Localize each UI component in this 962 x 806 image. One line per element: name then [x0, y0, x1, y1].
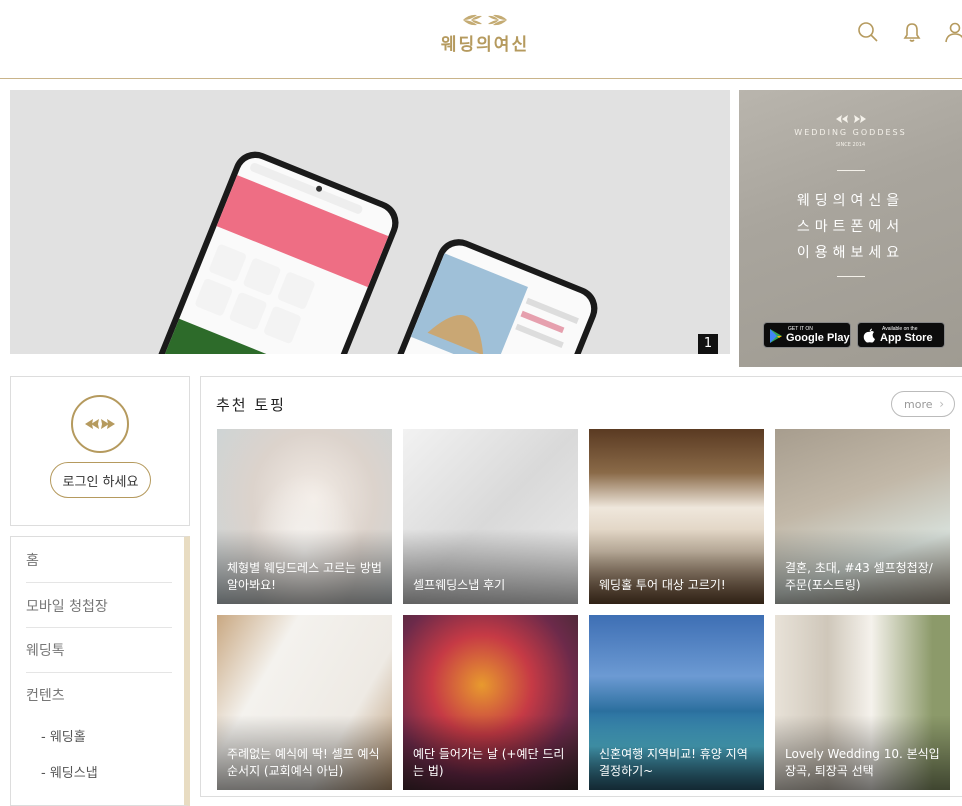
topic-card[interactable]: 주례없는 예식에 딱! 셀프 예식 순서지 (교회예식 아님) — [217, 615, 392, 790]
nav-subitem-wedding-hall[interactable]: - 웨딩홀 — [41, 726, 86, 745]
topic-card[interactable]: 결혼, 초대, #43 셀프청첩장/ 주문(포스트링) — [775, 429, 950, 604]
laurel-emblem-icon — [71, 395, 129, 453]
card-caption: Lovely Wedding 10. 본식입장곡, 퇴장곡 선택 — [785, 747, 940, 778]
logo-text: 웨딩의여신 — [440, 35, 530, 55]
slide-counter: 1 — [698, 334, 718, 354]
card-caption: 주례없는 예식에 딱! 셀프 예식 순서지 (교회예식 아님) — [227, 747, 380, 778]
card-caption: 신혼여행 지역비교! 휴양 지역결정하기~ — [599, 747, 748, 778]
main-banner-carousel[interactable]: 1 — [10, 90, 730, 354]
card-caption: 셀프웨딩스냅 후기 — [413, 578, 506, 592]
bell-icon[interactable] — [900, 20, 924, 44]
topic-card[interactable]: 신혼여행 지역비교! 휴양 지역결정하기~ — [589, 615, 764, 790]
nav-item-mobile-invitation[interactable]: 모바일 청첩장 — [26, 596, 172, 616]
topic-card[interactable]: 예단 들어가는 날 (+예단 드리는 법) — [403, 615, 578, 790]
divider — [26, 627, 172, 628]
topic-card[interactable]: 체형별 웨딩드레스 고르는 방법 알아봐요! — [217, 429, 392, 604]
google-play-label: Google Play — [786, 332, 850, 344]
more-button[interactable]: more › — [891, 391, 955, 417]
site-logo[interactable]: 웨딩의여신 — [430, 12, 540, 62]
user-icon[interactable] — [943, 20, 962, 44]
more-label: more — [904, 397, 933, 411]
login-panel: 로그인 하세요 — [10, 376, 190, 526]
app-banner-line: 웨딩의여신을 — [796, 193, 905, 209]
topic-card[interactable]: 셀프웨딩스냅 후기 — [403, 429, 578, 604]
topic-card[interactable]: Lovely Wedding 10. 본식입장곡, 퇴장곡 선택 — [775, 615, 950, 790]
nav-subitem-wedding-snap[interactable]: - 웨딩스냅 — [41, 762, 98, 781]
chevron-right-icon: › — [939, 397, 944, 411]
laurel-icon — [463, 14, 507, 26]
nav-item-contents[interactable]: 컨텐츠 — [26, 685, 172, 705]
site-header: 웨딩의여신 — [0, 0, 962, 79]
divider — [837, 276, 865, 277]
google-play-button[interactable]: GET IT ON Google Play — [763, 322, 851, 348]
nav-item-home[interactable]: 홈 — [26, 550, 172, 570]
card-caption: 웨딩홀 투어 대상 고르기! — [599, 578, 726, 592]
app-store-button[interactable]: Available on the App Store — [857, 322, 945, 348]
divider — [26, 672, 172, 673]
app-banner-line: 스마트폰에서 — [796, 219, 905, 235]
recommended-topics-section: 추천 토핑 more › 체형별 웨딩드레스 고르는 방법 알아봐요! 셀프웨딩… — [200, 376, 962, 797]
search-icon[interactable] — [856, 20, 880, 44]
sidebar-nav: 홈 모바일 청첩장 웨딩톡 컨텐츠 - 웨딩홀 - 웨딩스냅 — [10, 536, 190, 806]
phone-mockup-illustration — [152, 151, 598, 354]
google-play-icon — [770, 329, 782, 343]
apple-icon — [863, 328, 875, 343]
card-caption: 예단 들어가는 날 (+예단 드리는 법) — [413, 747, 565, 778]
topic-card[interactable]: 웨딩홀 투어 대상 고르기! — [589, 429, 764, 604]
app-banner-brand: WEDDING GODDESS — [794, 128, 907, 137]
divider — [26, 582, 172, 583]
laurel-icon — [836, 115, 866, 123]
divider — [837, 170, 865, 171]
app-store-label: App Store — [880, 332, 933, 344]
login-button[interactable]: 로그인 하세요 — [50, 462, 151, 498]
app-banner-line: 이용해보세요 — [796, 245, 905, 261]
app-banner-sub: SINCE 2014 — [835, 142, 866, 148]
card-caption: 결혼, 초대, #43 셀프청첩장/ 주문(포스트링) — [785, 561, 933, 592]
section-title: 추천 토핑 — [216, 396, 286, 414]
nav-item-wedding-talk[interactable]: 웨딩톡 — [26, 640, 172, 660]
app-download-banner[interactable]: WEDDING GODDESS SINCE 2014 웨딩의여신을 스마트폰에서… — [739, 90, 962, 367]
card-caption: 체형별 웨딩드레스 고르는 방법 알아봐요! — [227, 561, 382, 592]
